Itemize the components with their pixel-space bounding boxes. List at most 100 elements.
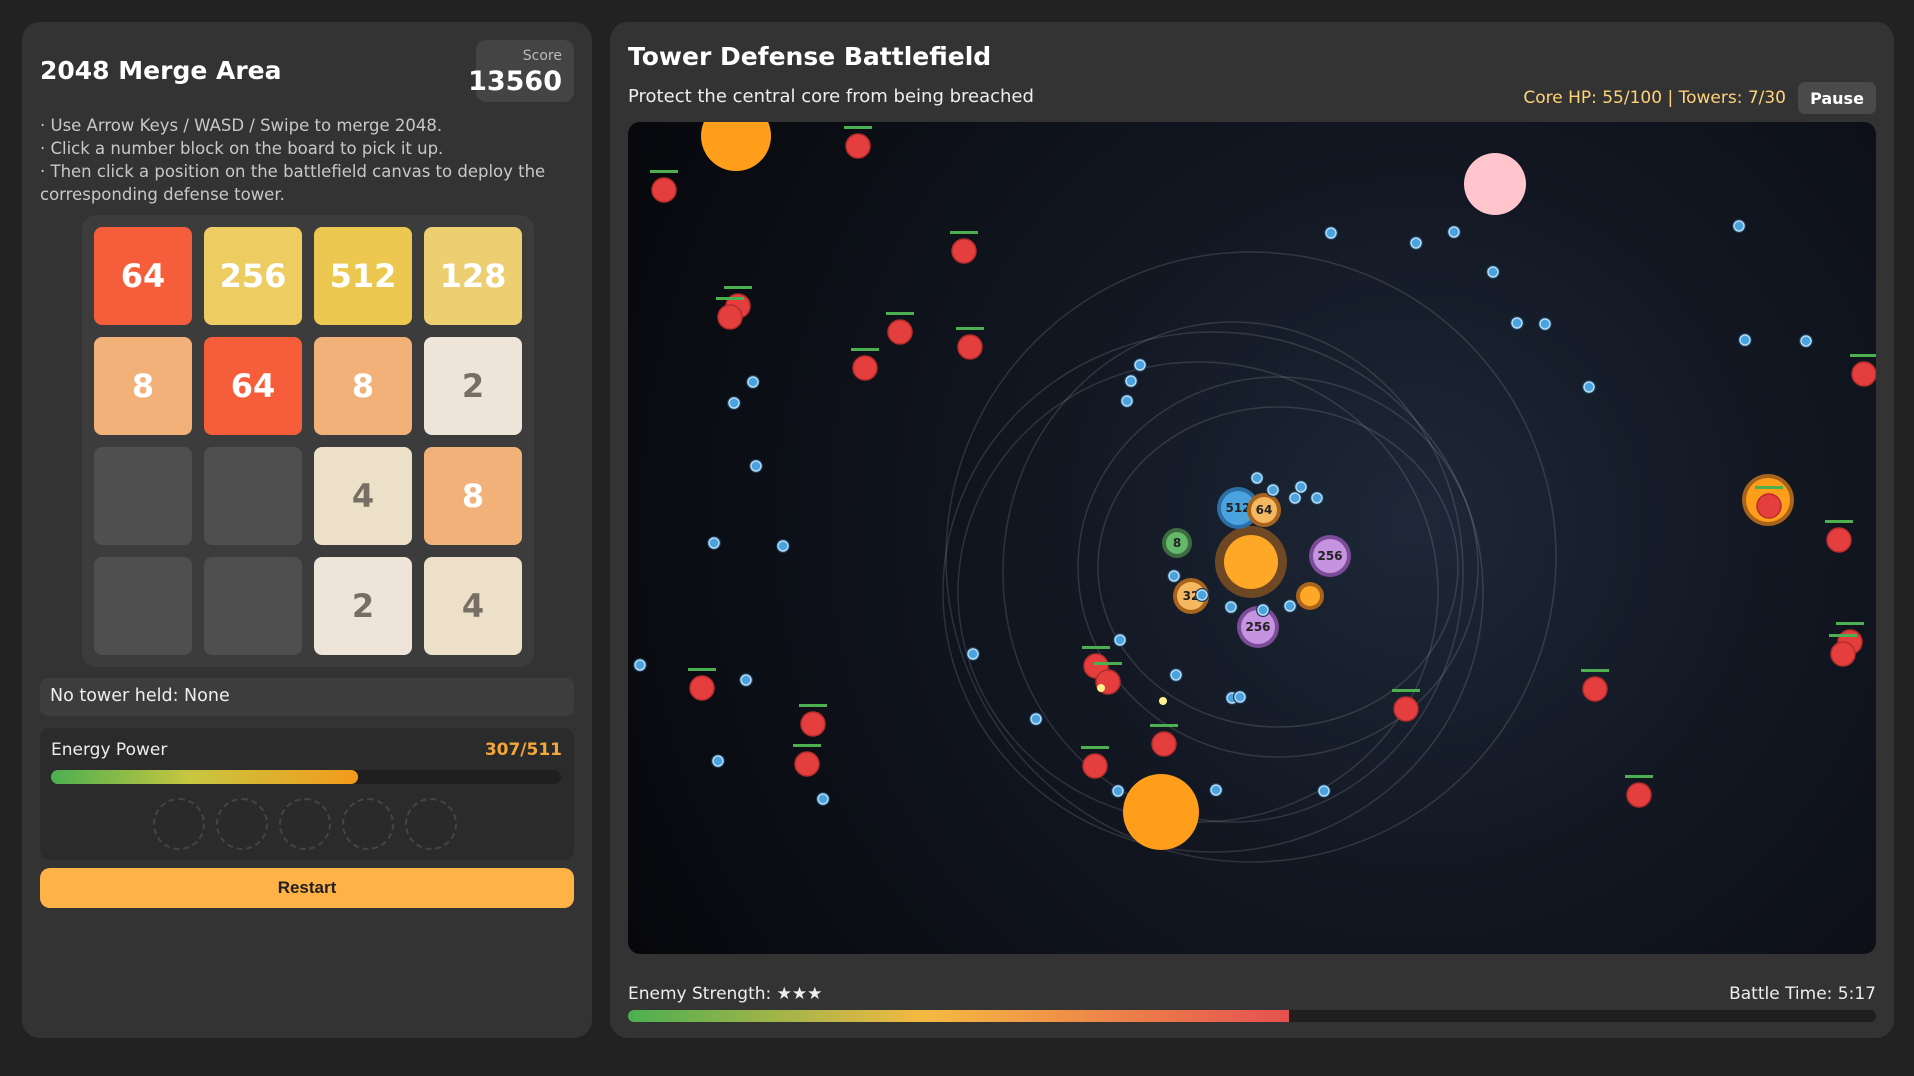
projectile [1125, 375, 1137, 387]
enemy-hp-bar [724, 286, 752, 289]
tower-slot [153, 798, 205, 850]
tile-4[interactable]: 4 [424, 557, 522, 655]
enemy [1830, 641, 1856, 667]
instructions: · Use Arrow Keys / WASD / Swipe to merge… [40, 114, 560, 206]
enemy-strength-fill [628, 1010, 1290, 1022]
projectile [817, 793, 829, 805]
restart-button[interactable]: Restart [40, 868, 574, 908]
battlefield-canvas[interactable]: 512 64 8 256 32 256 [628, 122, 1876, 954]
merge-panel: 2048 Merge Area Score 13560 · Use Arrow … [22, 22, 592, 1038]
projectile [1539, 318, 1551, 330]
projectile [1311, 492, 1323, 504]
energy-panel: Energy Power 307/511 [40, 728, 574, 860]
projectile [1134, 359, 1146, 371]
energy-bar-fill [51, 770, 358, 784]
battle-title: Tower Defense Battlefield [628, 42, 992, 71]
enemy-strength-bar [628, 1010, 1876, 1022]
enemy [717, 304, 743, 330]
projectile [1030, 713, 1042, 725]
tile-empty[interactable] [204, 447, 302, 545]
projectile [1318, 785, 1330, 797]
tile-8[interactable]: 8 [94, 337, 192, 435]
tile-128[interactable]: 128 [424, 227, 522, 325]
projectile [1170, 669, 1182, 681]
enemy [1626, 782, 1652, 808]
held-tower-box: No tower held: None [40, 678, 574, 716]
enemy-hp-bar [1081, 746, 1109, 749]
tile-2[interactable]: 2 [424, 337, 522, 435]
tile-256[interactable]: 256 [204, 227, 302, 325]
enemy-hp-bar [886, 312, 914, 315]
game-board[interactable]: 64 256 512 128 8 64 8 2 4 8 2 4 [82, 215, 534, 667]
battle-time: Battle Time: 5:17 [1729, 984, 1876, 1004]
instruction-line: · Click a number block on the board to p… [40, 139, 444, 158]
core [1224, 535, 1278, 589]
tile-8[interactable]: 8 [314, 337, 412, 435]
tower-level: 256 [1317, 549, 1342, 563]
enemy-hp-bar [1755, 486, 1783, 489]
tile-4[interactable]: 4 [314, 447, 412, 545]
enemy-strength-label: Enemy Strength: ★★★ [628, 984, 823, 1004]
pause-button[interactable]: Pause [1798, 82, 1876, 114]
projectile [1511, 317, 1523, 329]
enemy [651, 177, 677, 203]
projectile [1234, 691, 1246, 703]
enemy-hp-bar [650, 170, 678, 173]
battle-subtitle: Protect the central core from being brea… [628, 86, 1034, 107]
spark [1159, 697, 1167, 705]
projectile [777, 540, 789, 552]
projectile [708, 537, 720, 549]
projectile [1257, 604, 1269, 616]
tower-level: 512 [1225, 501, 1250, 515]
tile-64[interactable]: 64 [94, 227, 192, 325]
projectile [1251, 472, 1263, 484]
projectile [740, 674, 752, 686]
score-label: Score [522, 48, 562, 64]
tower-slot [405, 798, 457, 850]
projectile [1295, 481, 1307, 493]
score-box: Score 13560 [468, 40, 574, 102]
enemy [800, 711, 826, 737]
projectile [1196, 589, 1208, 601]
enemy-hp-bar [1150, 724, 1178, 727]
enemy-hp-bar [950, 231, 978, 234]
tile-empty[interactable] [94, 447, 192, 545]
projectile [1583, 381, 1595, 393]
enemy [689, 675, 715, 701]
tile-512[interactable]: 512 [314, 227, 412, 325]
enemy-hp-bar [1082, 646, 1110, 649]
enemy-hp-bar [1825, 520, 1853, 523]
tile-64[interactable]: 64 [204, 337, 302, 435]
tower-slot [342, 798, 394, 850]
enemy-hp-bar [956, 327, 984, 330]
boss-enemy [1123, 774, 1199, 850]
enemy-hp-bar [1625, 775, 1653, 778]
enemy [852, 355, 878, 381]
projectile [1487, 266, 1499, 278]
enemy [951, 238, 977, 264]
enemy-hp-bar [793, 744, 821, 747]
instruction-line: · Use Arrow Keys / WASD / Swipe to merge… [40, 116, 443, 135]
tile-8[interactable]: 8 [424, 447, 522, 545]
enemy [1082, 753, 1108, 779]
enemy [1151, 731, 1177, 757]
enemy [1582, 676, 1608, 702]
defense-tower [1300, 586, 1320, 606]
instruction-line: · Then click a position on the battlefie… [40, 162, 546, 204]
core-status: Core HP: 55/100 | Towers: 7/30 [1523, 88, 1786, 108]
projectile [1800, 335, 1812, 347]
projectile [1739, 334, 1751, 346]
energy-label: Energy Power [51, 740, 168, 760]
orbit-ring [942, 331, 1484, 853]
tile-empty[interactable] [204, 557, 302, 655]
enemy-hp-bar [1836, 622, 1864, 625]
enemy [1826, 527, 1852, 553]
enemy-hp-bar [716, 297, 744, 300]
enemy [887, 319, 913, 345]
spark [1097, 684, 1105, 692]
tile-empty[interactable] [94, 557, 192, 655]
projectile [728, 397, 740, 409]
projectile [1448, 226, 1460, 238]
tile-2[interactable]: 2 [314, 557, 412, 655]
tower-slot [216, 798, 268, 850]
